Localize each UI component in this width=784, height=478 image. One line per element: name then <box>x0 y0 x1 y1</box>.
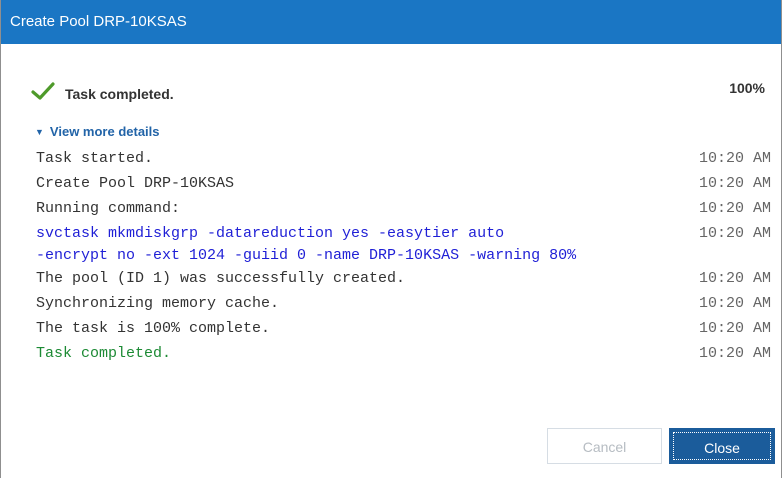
create-pool-dialog: Create Pool DRP-10KSAS Task completed. 1… <box>0 0 782 478</box>
log-message: Task started. <box>36 150 154 167</box>
dialog-title: Create Pool DRP-10KSAS <box>1 0 781 44</box>
view-more-details-toggle[interactable]: ▼ View more details <box>35 124 160 139</box>
log-timestamp: 10:20 AM <box>698 150 771 167</box>
log-timestamp: 10:20 AM <box>698 295 771 312</box>
log-row: Task completed. 10:20 AM <box>36 342 771 367</box>
log-timestamp: 10:20 AM <box>698 320 771 337</box>
log-message: Running command: <box>36 200 181 217</box>
log-message: The task is 100% complete. <box>36 320 271 337</box>
log-row: Synchronizing memory cache. 10:20 AM <box>36 292 771 317</box>
log-row: Create Pool DRP-10KSAS 10:20 AM <box>36 172 771 197</box>
checkmark-icon <box>31 81 55 101</box>
task-status-text: Task completed. <box>65 86 174 102</box>
log-timestamp: 10:20 AM <box>698 175 771 192</box>
progress-percent: 100% <box>729 80 765 96</box>
log-timestamp: 10:20 AM <box>698 345 771 362</box>
triangle-down-icon: ▼ <box>35 127 44 137</box>
task-log: Task started. 10:20 AM Create Pool DRP-10K… <box>36 147 771 367</box>
log-message: svctask mkmdiskgrp -datareduction yes -e… <box>36 225 577 264</box>
log-timestamp: 10:20 AM <box>698 200 771 217</box>
log-message: Create Pool DRP-10KSAS <box>36 175 235 192</box>
close-button[interactable]: Close <box>669 428 775 464</box>
log-message: The pool (ID 1) was successfully created… <box>36 270 406 287</box>
log-message: Task completed. <box>36 345 172 362</box>
cancel-button[interactable]: Cancel <box>547 428 662 464</box>
task-status-row: Task completed. 100% <box>31 78 765 108</box>
log-timestamp: 10:20 AM <box>698 270 771 287</box>
log-row: svctask mkmdiskgrp -datareduction yes -e… <box>36 222 771 267</box>
view-more-details-label: View more details <box>49 124 160 139</box>
log-row: Running command: 10:20 AM <box>36 197 771 222</box>
log-row: The pool (ID 1) was successfully created… <box>36 267 771 292</box>
log-message: Synchronizing memory cache. <box>36 295 280 312</box>
log-row: Task started. 10:20 AM <box>36 147 771 172</box>
log-row: The task is 100% complete. 10:20 AM <box>36 317 771 342</box>
log-timestamp: 10:20 AM <box>698 225 771 242</box>
